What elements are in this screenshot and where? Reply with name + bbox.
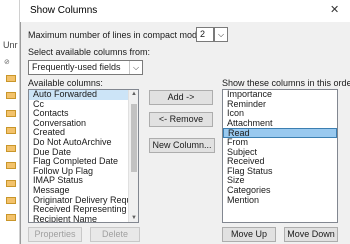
list-item[interactable]: Reminder xyxy=(223,100,337,110)
available-columns-list[interactable]: Auto Forwarded Cc Contacts Conversation Crea… xyxy=(28,89,139,223)
list-item[interactable]: Flag Completed Date xyxy=(29,157,138,167)
list-item[interactable]: Subject xyxy=(223,148,337,158)
max-lines-input[interactable]: 2 xyxy=(196,27,214,42)
list-item[interactable]: Follow Up Flag xyxy=(29,167,138,177)
available-columns-label: Available columns: xyxy=(28,78,103,88)
envelope-icon xyxy=(6,162,16,169)
new-column-button[interactable]: New Column... xyxy=(149,138,215,153)
envelope-icon xyxy=(6,214,16,221)
properties-button[interactable]: Properties xyxy=(28,227,82,242)
select-from-label: Select available columns from: xyxy=(28,47,151,57)
list-item[interactable]: Message xyxy=(29,186,138,196)
list-item[interactable]: Created xyxy=(29,128,138,138)
max-lines-label: Maximum number of lines in compact mode: xyxy=(28,30,205,40)
max-lines-dropdown-button[interactable]: ⌵ xyxy=(214,27,228,42)
envelope-icon xyxy=(6,145,16,152)
background-app-label: Unr xyxy=(3,40,18,50)
list-item[interactable]: Do Not AutoArchive xyxy=(29,138,138,148)
move-up-button[interactable]: Move Up xyxy=(222,227,276,242)
list-item[interactable]: Contacts xyxy=(29,109,138,119)
field-source-select[interactable]: Frequently-used fields ⌵ xyxy=(28,60,143,75)
list-item[interactable]: Cc xyxy=(29,100,138,110)
envelope-icon xyxy=(6,75,16,82)
list-item[interactable]: Attachment xyxy=(223,119,337,129)
list-item[interactable]: IMAP Status xyxy=(29,176,138,186)
list-item[interactable]: From xyxy=(223,138,337,148)
chevron-down-icon: ⌵ xyxy=(217,30,225,39)
envelope-icon xyxy=(6,110,16,117)
close-icon[interactable]: ✕ xyxy=(330,3,339,16)
list-item[interactable]: Conversation xyxy=(29,119,138,129)
envelope-icon xyxy=(6,180,16,187)
shown-columns-list[interactable]: Importance Reminder Icon Attachment Read From… xyxy=(222,89,338,223)
field-source-value: Frequently-used fields xyxy=(32,62,121,72)
list-item[interactable]: Categories xyxy=(223,186,337,196)
dialog-title: Show Columns xyxy=(30,5,98,16)
list-item[interactable]: Received Representing Na xyxy=(29,205,138,215)
list-item[interactable]: Originator Delivery Reques xyxy=(29,196,138,206)
delete-button[interactable]: Delete xyxy=(90,227,140,242)
chevron-down-icon: ⌵ xyxy=(129,61,142,74)
scroll-down-icon[interactable]: ▼ xyxy=(129,215,138,221)
list-item[interactable]: Mention xyxy=(223,196,337,206)
list-item[interactable]: Icon xyxy=(223,109,337,119)
available-scrollbar[interactable]: ▲ ▼ xyxy=(128,90,138,222)
shown-columns-label: Show these columns in this order: xyxy=(222,78,350,88)
move-down-button[interactable]: Move Down xyxy=(284,227,338,242)
list-item[interactable]: Recipient Name xyxy=(29,215,138,222)
scroll-up-icon[interactable]: ▲ xyxy=(129,91,138,97)
envelope-icon xyxy=(6,127,16,134)
list-item[interactable]: Received xyxy=(223,157,337,167)
add-column-button[interactable]: Add -> xyxy=(149,90,213,105)
attachment-icon: ⊘ xyxy=(4,59,10,66)
list-item[interactable]: Flag Status xyxy=(223,167,337,177)
list-item[interactable]: Importance xyxy=(223,90,337,100)
list-item[interactable]: Size xyxy=(223,176,337,186)
list-item[interactable]: Auto Forwarded xyxy=(29,90,138,100)
list-item[interactable]: Read xyxy=(223,128,337,138)
scroll-thumb[interactable] xyxy=(131,104,137,172)
envelope-icon xyxy=(6,197,16,204)
remove-column-button[interactable]: <- Remove xyxy=(149,112,213,127)
list-item[interactable]: Due Date xyxy=(29,148,138,158)
background-app-strip xyxy=(0,0,20,244)
envelope-icon xyxy=(6,92,16,99)
